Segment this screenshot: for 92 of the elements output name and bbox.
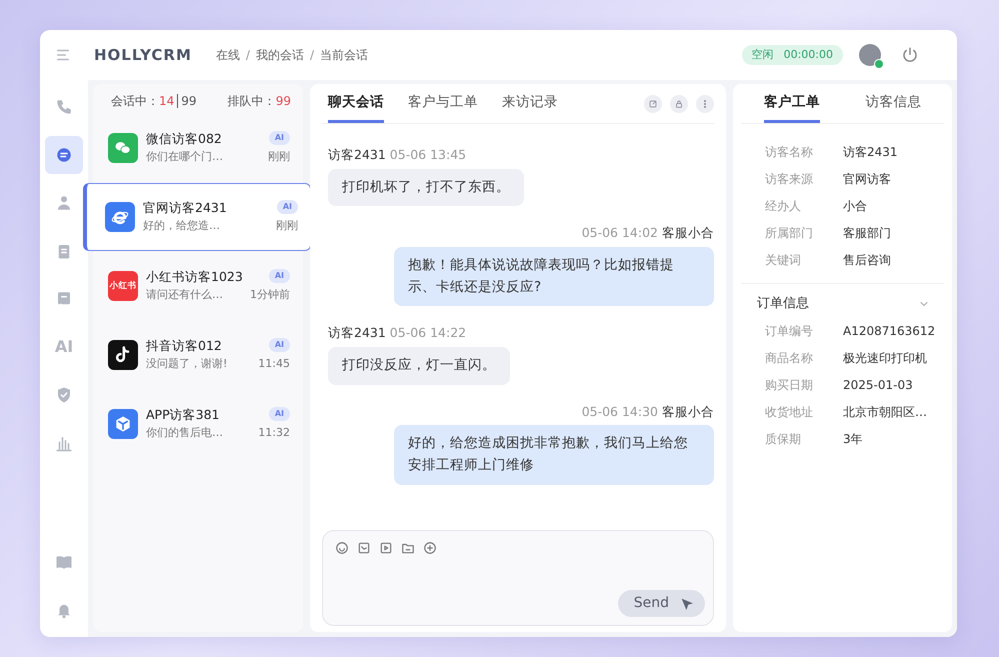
field-value: 客服部门 bbox=[843, 224, 891, 242]
message-preview: 你们在哪个门… bbox=[146, 149, 224, 166]
tab[interactable]: 聊天会话 bbox=[328, 84, 384, 123]
lock-icon bbox=[674, 98, 684, 108]
field-value: 3年 bbox=[843, 431, 863, 448]
ai-tag: AI bbox=[268, 338, 290, 352]
field-label: 关键词 bbox=[765, 252, 802, 268]
chat-bubble-icon bbox=[55, 146, 73, 164]
phone-icon bbox=[55, 98, 73, 116]
bar-chart-icon bbox=[55, 434, 73, 452]
power-icon[interactable] bbox=[901, 46, 919, 64]
send-arrow-icon bbox=[679, 596, 695, 612]
field-value: 小合 bbox=[843, 198, 867, 214]
edit-icon bbox=[648, 98, 658, 108]
field-label: 访客来源 bbox=[765, 170, 814, 188]
ai-tag: AI bbox=[268, 406, 290, 421]
user-icon bbox=[55, 194, 73, 212]
send-button[interactable]: Send bbox=[618, 590, 705, 617]
message-preview: 没问题了，谢谢! bbox=[146, 356, 228, 372]
breadcrumb-link[interactable]: 我的会话 bbox=[256, 46, 304, 64]
message-time: 11:45 bbox=[258, 356, 290, 372]
conversation-item[interactable]: APP访客381 你们的售后电… AI 11:32 bbox=[93, 390, 303, 458]
breadcrumb-separator: / bbox=[310, 47, 314, 64]
breadcrumb-separator: / bbox=[246, 47, 250, 64]
message-time: 11:32 bbox=[258, 424, 290, 441]
message-bubble: 打印没反应，灯一直闪。 bbox=[328, 347, 510, 385]
message-meta: 05-06 14:02 客服小合 bbox=[582, 224, 714, 242]
visitor-name: 小红书访客1023 bbox=[146, 268, 242, 286]
message-preview: 你们的售后电… bbox=[146, 425, 224, 442]
field-label: 访客名称 bbox=[765, 144, 814, 160]
breadcrumb-link[interactable]: 在线 bbox=[216, 46, 240, 64]
conversation-item[interactable]: 抖音访客012 没问题了，谢谢! AI 11:45 bbox=[93, 321, 303, 389]
visitor-name: 微信访客082 bbox=[146, 130, 223, 148]
message-time: 刚刚 bbox=[268, 148, 290, 165]
visitor-name: 官网访客2431 bbox=[143, 199, 228, 218]
ai-tag: AI bbox=[276, 200, 298, 214]
field-value: 极光速印打印机 bbox=[843, 350, 927, 367]
lock-button[interactable] bbox=[670, 94, 688, 112]
more-button[interactable] bbox=[696, 94, 714, 112]
field-value: 北京市朝阳区… bbox=[843, 404, 927, 421]
field-label: 质保期 bbox=[765, 431, 802, 448]
tab[interactable]: 客户工单 bbox=[764, 84, 820, 123]
timer-text: 00:00:00 bbox=[784, 46, 833, 63]
conversation-item[interactable]: 小红书 小红书访客1023 请问还有什么… AI 1分钟前 bbox=[93, 252, 303, 320]
ai-tag: AI bbox=[268, 268, 290, 283]
field-label: 购买日期 bbox=[765, 377, 814, 394]
active-count: 会话中：14 99 bbox=[111, 93, 197, 110]
field-label: 收货地址 bbox=[765, 404, 814, 421]
field-value: 访客2431 bbox=[843, 144, 898, 160]
conversation-item[interactable]: 微信访客082 你们在哪个门… AI 刚刚 bbox=[93, 114, 303, 182]
tab[interactable]: 来访记录 bbox=[502, 84, 558, 123]
smile-icon[interactable] bbox=[335, 541, 349, 555]
chat-bubble-nav-item[interactable] bbox=[45, 136, 83, 174]
field-label: 订单编号 bbox=[765, 323, 814, 340]
brand-logo: HOLLYCRM bbox=[94, 44, 192, 66]
image-icon[interactable] bbox=[357, 541, 371, 555]
message-time: 1分钟前 bbox=[250, 286, 290, 303]
field-value: 售后咨询 bbox=[843, 252, 891, 268]
field-value: 2025-01-03 bbox=[843, 377, 913, 394]
avatar[interactable] bbox=[859, 44, 881, 66]
app-logo: 小红书 bbox=[108, 271, 138, 301]
ai-tag: AI bbox=[268, 130, 290, 145]
folder-icon[interactable] bbox=[401, 541, 415, 555]
message-bubble: 好的，给您造成困扰非常抱歉，我们马上给您安排工程师上门维修 bbox=[394, 425, 714, 485]
message-bubble: 抱歉！能具体说说故障表现吗？比如报错提示、卡纸还是没反应? bbox=[394, 247, 714, 306]
field-value: 官网访客 bbox=[843, 170, 891, 188]
field-value: A12087163612 bbox=[843, 323, 936, 340]
message-preview: 请问还有什么… bbox=[146, 287, 224, 304]
video-icon[interactable] bbox=[379, 541, 393, 555]
message-time: 刚刚 bbox=[276, 218, 298, 234]
status-label: 空闲 bbox=[752, 46, 774, 63]
visitor-name: 抖音访客012 bbox=[146, 337, 223, 356]
section-title: 订单信息 bbox=[757, 295, 809, 313]
waiting-count: 排队中：99 bbox=[228, 93, 291, 110]
field-label: 经办人 bbox=[765, 198, 802, 214]
breadcrumb-link[interactable]: 当前会话 bbox=[320, 46, 368, 64]
message-meta: 访客2431 05-06 14:22 bbox=[328, 324, 468, 342]
message-meta: 05-06 14:30 客服小合 bbox=[582, 402, 714, 421]
message-meta: 访客2431 05-06 13:45 bbox=[328, 146, 468, 164]
message-bubble: 打印机坏了，打不了东西。 bbox=[328, 168, 524, 206]
message-input-field[interactable]: Send bbox=[322, 530, 714, 626]
tab[interactable]: 访客信息 bbox=[865, 84, 922, 123]
shield-icon bbox=[55, 386, 73, 404]
tab[interactable]: 客户与工单 bbox=[408, 84, 478, 123]
field-label: 所属部门 bbox=[765, 224, 814, 242]
order-section-header[interactable]: 订单信息 bbox=[741, 283, 944, 318]
plus-circle-icon[interactable] bbox=[423, 541, 437, 555]
field-label: 商品名称 bbox=[765, 350, 814, 367]
visitor-name: APP访客381 bbox=[146, 406, 220, 424]
edit-button[interactable] bbox=[644, 94, 662, 112]
conversation-item[interactable]: 官网访客2431 好的，给您造… AI 刚刚 bbox=[83, 183, 311, 251]
message-preview: 好的，给您造… bbox=[143, 218, 221, 234]
